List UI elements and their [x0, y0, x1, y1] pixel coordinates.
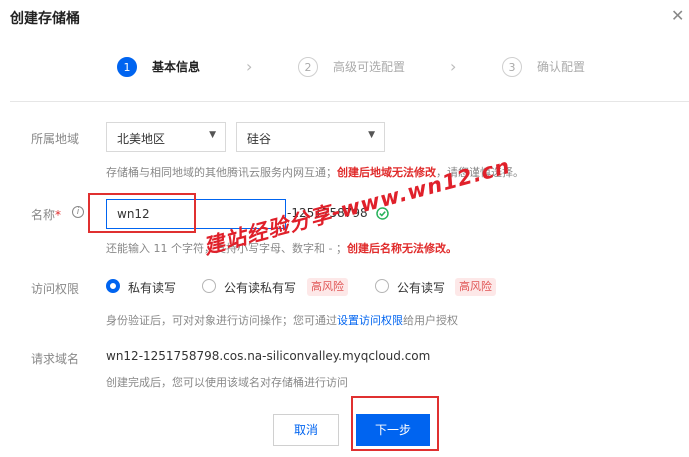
- radio-public-read-label[interactable]: 公有读私有写: [224, 279, 296, 296]
- caret-down-icon: ▼: [209, 130, 216, 140]
- info-icon[interactable]: i: [72, 206, 84, 218]
- divider: [10, 101, 689, 102]
- set-permission-link[interactable]: 设置访问权限: [337, 314, 403, 327]
- step-2-label: 高级可选配置: [333, 60, 406, 74]
- chevron-right-icon: ›: [246, 57, 253, 76]
- radio-private-label[interactable]: 私有读写: [128, 279, 176, 296]
- close-icon[interactable]: ✕: [671, 8, 684, 24]
- domain-label: 请求域名: [31, 352, 80, 366]
- highlight-box: [88, 193, 196, 233]
- step-1-number: 1: [117, 57, 137, 77]
- risk-badge: 高风险: [455, 278, 496, 296]
- name-label-text: 名称: [31, 208, 56, 222]
- risk-badge: 高风险: [307, 278, 348, 296]
- region-area-select[interactable]: 北美地区 ▼: [106, 122, 226, 152]
- radio-public-rw-label[interactable]: 公有读写: [397, 279, 445, 296]
- radio-public-read[interactable]: [202, 279, 216, 293]
- access-help-text: 身份验证后，可对对象进行访问操作；您可通过: [106, 314, 337, 327]
- region-label: 所属地域: [31, 132, 80, 146]
- region-city-value: 硅谷: [247, 132, 272, 146]
- dialog-title: 创建存储桶: [10, 11, 80, 27]
- domain-help: 创建完成后，您可以使用该域名对存储桶进行访问: [106, 376, 348, 389]
- name-help-warning: 创建后名称无法修改。: [346, 242, 457, 255]
- step-3-label: 确认配置: [537, 60, 586, 74]
- domain-value: wn12-1251758798.cos.na-siliconvalley.myq…: [106, 349, 431, 363]
- name-help: 还能输入 11 个字符，支持小写字母、数字和 - ；创建后名称无法修改。: [106, 240, 457, 256]
- chevron-right-icon: ›: [450, 57, 457, 76]
- access-help-suffix: 给用户授权: [403, 314, 458, 327]
- region-city-select[interactable]: 硅谷 ▼: [236, 122, 385, 152]
- access-help: 身份验证后，可对对象进行访问操作；您可通过设置访问权限给用户授权: [106, 312, 458, 328]
- required-mark: *: [55, 208, 62, 222]
- step-2-number: 2: [298, 57, 318, 77]
- radio-private[interactable]: [106, 279, 120, 293]
- name-label: 名称*: [31, 206, 61, 223]
- caret-down-icon: ▼: [368, 130, 375, 140]
- region-help-text: 存储桶与相同地域的其他腾讯云服务内网互通；: [106, 166, 337, 179]
- highlight-box: [351, 396, 439, 451]
- region-area-value: 北美地区: [117, 132, 166, 146]
- cancel-button[interactable]: 取消: [273, 414, 339, 446]
- access-label: 访问权限: [31, 282, 80, 296]
- radio-public-rw[interactable]: [375, 279, 389, 293]
- step-1-label: 基本信息: [152, 60, 201, 74]
- step-3-number: 3: [502, 57, 522, 77]
